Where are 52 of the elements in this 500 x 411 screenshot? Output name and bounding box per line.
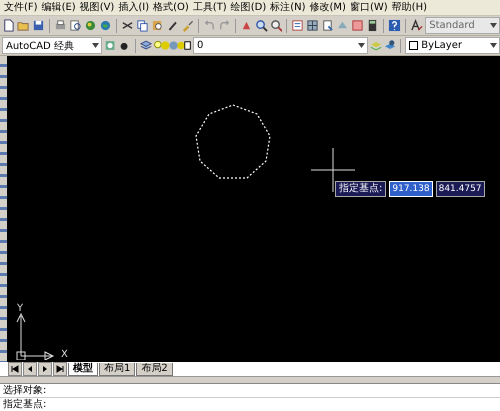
text-style-icon[interactable] (410, 19, 424, 32)
menu-item[interactable]: 标注(N) (270, 0, 306, 15)
prompt-label: 指定基点: (335, 181, 386, 197)
layer-state-icon[interactable] (154, 39, 192, 52)
x-axis-label: X (61, 349, 68, 360)
x-coordinate-field[interactable]: 917.138 (389, 181, 433, 197)
brush-icon[interactable] (180, 19, 194, 32)
workspace-dropdown[interactable]: AutoCAD 经典 (2, 37, 102, 54)
caret-icon (490, 23, 498, 28)
menu-item[interactable]: 修改(M) (310, 0, 346, 15)
paste-icon[interactable] (150, 19, 164, 32)
menu-item[interactable]: 工具(T) (192, 0, 227, 15)
save-icon[interactable] (32, 19, 45, 32)
layer-tool-icon[interactable] (384, 39, 396, 52)
y-axis-label: Y (17, 303, 24, 314)
caret-icon (92, 43, 100, 48)
layout-tab[interactable]: 模型 (68, 362, 98, 376)
cut-icon[interactable] (120, 19, 134, 32)
document-icon[interactable] (321, 19, 334, 32)
text-style-dropdown[interactable]: Standard (425, 17, 500, 34)
menu-item[interactable]: 视图(V) (80, 0, 114, 15)
menu-item[interactable]: 插入(I) (118, 0, 150, 15)
menu-item[interactable]: 窗口(W) (350, 0, 388, 15)
y-coordinate-field[interactable]: 841.4757 (436, 181, 485, 197)
command-line: 指定基点: (0, 397, 500, 411)
command-line: 选择对象: (2, 384, 48, 397)
drawing-canvas[interactable]: 指定基点: 917.138 841.4757 Y X (7, 56, 500, 362)
next-tab-icon[interactable] (38, 362, 52, 376)
previous-tab-icon[interactable] (23, 362, 37, 376)
layers-icon[interactable] (140, 39, 152, 52)
zoom-icon[interactable] (270, 19, 282, 32)
menu-item[interactable]: 帮助(H) (392, 0, 427, 15)
layout-tab[interactable]: 布局2 (136, 362, 173, 376)
menu-item[interactable]: 格式(O) (153, 0, 189, 15)
properties-icon[interactable] (291, 19, 304, 32)
copy-icon[interactable] (136, 19, 149, 32)
layout-tab[interactable]: 布局1 (99, 362, 136, 376)
print-icon[interactable] (54, 19, 67, 32)
last-tab-icon[interactable] (53, 362, 67, 376)
layer-dropdown[interactable]: 0 (193, 37, 368, 54)
menu-item[interactable]: 文件(F) (4, 0, 38, 15)
menu-item[interactable]: 编辑(E) (42, 0, 76, 15)
preview-icon[interactable] (68, 19, 82, 32)
color-dropdown[interactable]: ByLayer (405, 37, 500, 54)
caret-icon (358, 43, 366, 48)
caret-icon (490, 43, 497, 48)
first-tab-icon[interactable] (8, 362, 22, 376)
zoom-icon[interactable] (254, 19, 268, 32)
help-icon[interactable] (388, 19, 402, 32)
grid-icon[interactable] (306, 19, 320, 32)
menu-item[interactable]: 绘图(D) (230, 0, 266, 15)
new-file-icon[interactable] (2, 19, 15, 32)
